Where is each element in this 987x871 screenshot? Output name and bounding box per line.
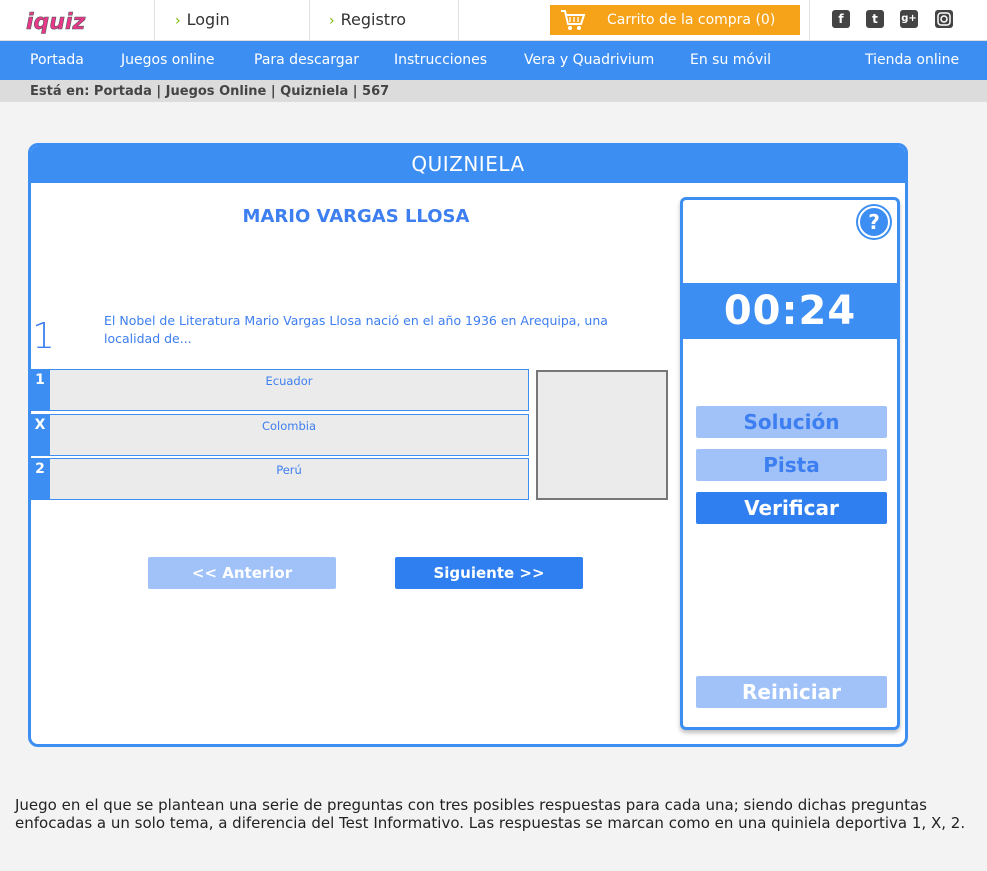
divider [154, 0, 155, 41]
help-icon[interactable]: ? [858, 206, 890, 238]
next-button[interactable]: Siguiente >> [395, 557, 583, 589]
nav-item-tienda-online[interactable]: Tienda online [865, 52, 959, 68]
iquiz-logo[interactable]: iquiz [24, 8, 132, 34]
register-link[interactable]: › Registro [329, 10, 406, 29]
main-nav: Portada Juegos online Para descargar Ins… [0, 41, 987, 80]
nav-item-portada[interactable]: Portada [30, 52, 84, 68]
hint-button[interactable]: Pista [696, 449, 887, 481]
nav-item-en-su-movil[interactable]: En su móvil [690, 52, 771, 68]
chevron-right-icon: › [175, 13, 181, 29]
nav-item-juegos-online[interactable]: Juegos online [121, 52, 215, 68]
game-header: QUIZNIELA [31, 146, 905, 183]
nav-item-instrucciones[interactable]: Instrucciones [394, 52, 487, 68]
answer-key: X [31, 414, 49, 456]
answer-key: 2 [31, 458, 49, 500]
answer-option-1[interactable]: 1 Ecuador [31, 369, 529, 411]
breadcrumb-bar: Está en: Portada | Juegos Online | Quizn… [0, 80, 987, 102]
googleplus-icon[interactable]: g+ [900, 10, 918, 28]
twitter-icon[interactable]: t [866, 10, 884, 28]
top-header: iquiz › Login › Registro Carrito de la com… [0, 0, 987, 41]
quiz-title: MARIO VARGAS LLOSA [242, 206, 470, 227]
facebook-icon[interactable]: f [832, 10, 850, 28]
answer-key: 1 [31, 369, 49, 411]
answer-text[interactable]: Colombia [49, 414, 529, 456]
previous-button[interactable]: << Anterior [148, 557, 336, 589]
shopping-cart-icon [561, 10, 586, 30]
instagram-glyph [937, 12, 951, 26]
nav-item-vera-quadrivium[interactable]: Vera y Quadrivium [524, 52, 654, 68]
question-number: 1 [32, 316, 55, 357]
control-panel: ? 00:24 Solución Pista Verificar Reinici… [680, 197, 900, 730]
cart-label: Carrito de la compra (0) [607, 12, 776, 28]
breadcrumb: Está en: Portada | Juegos Online | Quizn… [30, 84, 390, 99]
verify-button[interactable]: Verificar [696, 492, 887, 524]
answer-option-x[interactable]: X Colombia [31, 414, 529, 456]
nav-item-para-descargar[interactable]: Para descargar [254, 52, 359, 68]
answer-option-2[interactable]: 2 Perú [31, 458, 529, 500]
register-label: Registro [340, 10, 407, 29]
reset-button[interactable]: Reiniciar [696, 676, 887, 708]
game-panel: QUIZNIELA MARIO VARGAS LLOSA 1 El Nobel … [28, 143, 908, 747]
logo-text: iquiz [26, 10, 85, 34]
answer-text[interactable]: Perú [49, 458, 529, 500]
timer-display: 00:24 [683, 283, 897, 339]
divider [458, 0, 459, 41]
divider [309, 0, 310, 41]
chevron-right-icon: › [329, 13, 335, 29]
solution-button[interactable]: Solución [696, 406, 887, 438]
instagram-icon[interactable] [935, 10, 953, 28]
game-description: Juego en el que se plantean una serie de… [15, 796, 966, 832]
question-image [536, 370, 668, 500]
question-text: El Nobel de Literatura Mario Vargas Llos… [104, 313, 608, 346]
answer-text[interactable]: Ecuador [49, 369, 529, 411]
cart-button[interactable]: Carrito de la compra (0) [550, 5, 800, 35]
login-link[interactable]: › Login [175, 10, 230, 29]
divider [809, 0, 810, 41]
login-label: Login [186, 10, 230, 29]
